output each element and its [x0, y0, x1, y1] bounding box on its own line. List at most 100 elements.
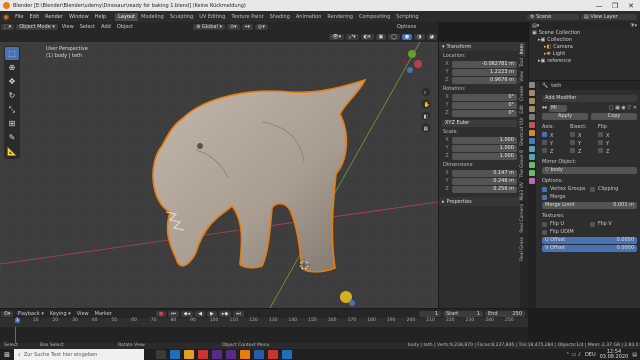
tool-tab-icon[interactable] [529, 82, 535, 88]
proportional-edit-icon[interactable]: ◎▾ [255, 24, 268, 30]
scale-y-field[interactable]: 1.000 [452, 144, 517, 152]
menu-playback[interactable]: Playback ▾ [14, 311, 46, 317]
edge-browser-icon[interactable] [170, 350, 180, 359]
snap-icon[interactable]: ⌖▾ [241, 24, 254, 30]
add-modifier-button[interactable]: Add Modifier [542, 94, 637, 102]
dimensions-z-field[interactable]: 0.256 m [452, 185, 517, 193]
sidebar-tab-the-grove[interactable]: The Grove 8 [520, 148, 525, 180]
mirror-object-field[interactable]: ▽ body [542, 166, 637, 174]
recorder-icon[interactable] [268, 350, 278, 359]
measure-tool-icon[interactable]: 📐 [5, 145, 19, 158]
menu-keying[interactable]: Keying ▾ [47, 311, 74, 317]
menu-marker[interactable]: Marker [92, 311, 115, 317]
blender-taskbar-icon[interactable] [240, 350, 250, 359]
scene-tab-icon[interactable] [529, 114, 535, 120]
notification-icon[interactable]: ▤ [632, 352, 637, 358]
sidebar-tab-edit[interactable]: Edit [520, 103, 525, 116]
windows-start-icon[interactable]: ⊞ [0, 351, 14, 359]
prev-keyframe-button[interactable]: ◆◂ [180, 310, 194, 317]
tab-compositing[interactable]: Compositing [356, 13, 393, 21]
u-offset-field[interactable]: U Offset 0.0000 [542, 236, 637, 244]
editor-type-icon[interactable]: ⬚▾ [1, 24, 15, 30]
file-explorer-icon[interactable] [184, 350, 194, 359]
outliner-row[interactable]: ▸◧ Camera [529, 43, 640, 50]
bisect-x-checkbox[interactable] [570, 131, 575, 137]
menu-view[interactable]: View [59, 24, 77, 30]
sidebar-tab-item[interactable]: Item [520, 42, 525, 57]
task-view-icon[interactable] [156, 350, 166, 359]
tab-modeling[interactable]: Modeling [138, 13, 167, 21]
dimensions-x-field[interactable]: 0.147 m [452, 169, 517, 177]
vertex-groups-checkbox[interactable] [542, 186, 547, 192]
location-x-field[interactable]: -0.062781 m [452, 60, 517, 68]
system-tray-icons[interactable]: ⌃ ▭ ♪ [566, 352, 581, 358]
merge-limit-field[interactable]: Merge Limit 0.001 m [542, 201, 637, 209]
outliner-display-mode-icon[interactable]: ▤▾ [532, 23, 539, 29]
jump-end-button[interactable]: ⏭ [233, 310, 244, 317]
scale-z-field[interactable]: 1.000 [452, 152, 517, 160]
outliner-row[interactable]: ▸▣ Collection [529, 36, 640, 43]
premiere-pro-icon[interactable] [212, 350, 222, 359]
zoom-icon[interactable]: ⌕ [421, 87, 431, 97]
apply-button[interactable]: Apply [542, 112, 588, 120]
tab-shading[interactable]: Shading [267, 13, 293, 21]
rotation-z-field[interactable]: 0° [452, 109, 517, 117]
photoshop-icon[interactable] [254, 350, 264, 359]
select-box-tool-icon[interactable]: ⬚ [5, 47, 19, 60]
dimensions-y-field[interactable]: 0.246 m [452, 177, 517, 185]
ortho-toggle-icon[interactable]: ▦ [421, 123, 431, 133]
current-frame-field[interactable]: 1 [419, 310, 441, 317]
tab-uv-editing[interactable]: UV Editing [196, 13, 228, 21]
move-tool-icon[interactable]: ✥ [5, 75, 19, 88]
menu-object[interactable]: Object [114, 24, 136, 30]
sidebar-tab-create[interactable]: Create [520, 84, 525, 103]
modifier-visibility-icons[interactable]: ▢ ▣ ◉ ▽ ✕ [609, 105, 637, 111]
annotate-tool-icon[interactable]: ✎ [5, 131, 19, 144]
bisect-z-checkbox[interactable] [570, 147, 575, 153]
sidebar-tab-mio3-uv[interactable]: Mio3 UV [520, 180, 525, 203]
scale-tool-icon[interactable]: ⤡ [5, 103, 19, 116]
timeline-ruler[interactable]: 1 10 20 30 40 50 60 70 80 90 100 110 120 130 140 150 160… [0, 318, 528, 327]
axis-y-checkbox[interactable] [542, 139, 547, 145]
minimize-button[interactable]: — [591, 0, 607, 11]
rotation-x-field[interactable]: 0° [452, 93, 517, 101]
language-indicator[interactable]: DEU [585, 352, 596, 358]
visibility-icon[interactable]: 👁▾ [329, 34, 345, 40]
location-y-field[interactable]: 1.2223 m [452, 68, 517, 76]
physics-tab-icon[interactable] [529, 154, 535, 160]
shading-solid-icon[interactable]: ● [401, 34, 413, 40]
flip-z-checkbox[interactable] [598, 147, 603, 153]
maximize-button[interactable]: ❐ [607, 0, 623, 11]
flip-v-checkbox[interactable] [590, 221, 595, 227]
modifier-name-field[interactable]: Mi [549, 104, 567, 112]
scene-selector[interactable]: ⚙ Scene [527, 13, 579, 20]
axis-x-checkbox[interactable] [542, 131, 547, 137]
outliner-row[interactable]: ▣ Scene Collection [529, 29, 640, 36]
render-tab-icon[interactable] [529, 90, 535, 96]
3d-viewport[interactable]: ⌕ ✋ ◧ ▦ User Perspective (1) body | teth [0, 42, 438, 308]
cursor-tool-icon[interactable]: ⊕ [5, 61, 19, 74]
gizmo-icon[interactable]: ⤢▾ [346, 34, 359, 40]
view-layer-tab-icon[interactable] [529, 106, 535, 112]
menu-select[interactable]: Select [77, 24, 98, 30]
sidebar-tab-real-camera[interactable]: Real Camera [520, 202, 525, 235]
camera-view-icon[interactable]: ◧ [421, 111, 431, 121]
output-tab-icon[interactable] [529, 98, 535, 104]
chrome-browser-icon[interactable] [198, 350, 208, 359]
clock[interactable]: 12:54 03.08.2020 [600, 349, 629, 360]
start-frame-field[interactable]: Start 1 [443, 310, 483, 317]
next-keyframe-button[interactable]: ▸◆ [218, 310, 232, 317]
flip-x-checkbox[interactable] [598, 131, 603, 137]
object-mode-dropdown[interactable]: Object Mode ▾ [16, 24, 58, 30]
tab-texture-paint[interactable]: Texture Paint [228, 13, 266, 21]
view-layer-selector[interactable]: ▤ View Layer [581, 13, 637, 20]
jump-start-button[interactable]: ⏮ [168, 310, 179, 317]
object-tab-icon[interactable] [529, 130, 535, 136]
end-frame-field[interactable]: End 250 [485, 310, 525, 317]
shading-rendered-icon[interactable]: ◕ [426, 34, 437, 40]
v-offset-field[interactable]: V Offset 0.0000 [542, 244, 637, 252]
taskbar-search-input[interactable]: ⌕ Zur Suche Text hier eingeben [14, 349, 144, 360]
outliner-filter-icon[interactable]: ⧩▾ [630, 23, 637, 29]
premiere-rush-icon[interactable] [226, 350, 236, 359]
transform-orientation-dropdown[interactable]: ⊕ Global ▾ [193, 24, 225, 30]
